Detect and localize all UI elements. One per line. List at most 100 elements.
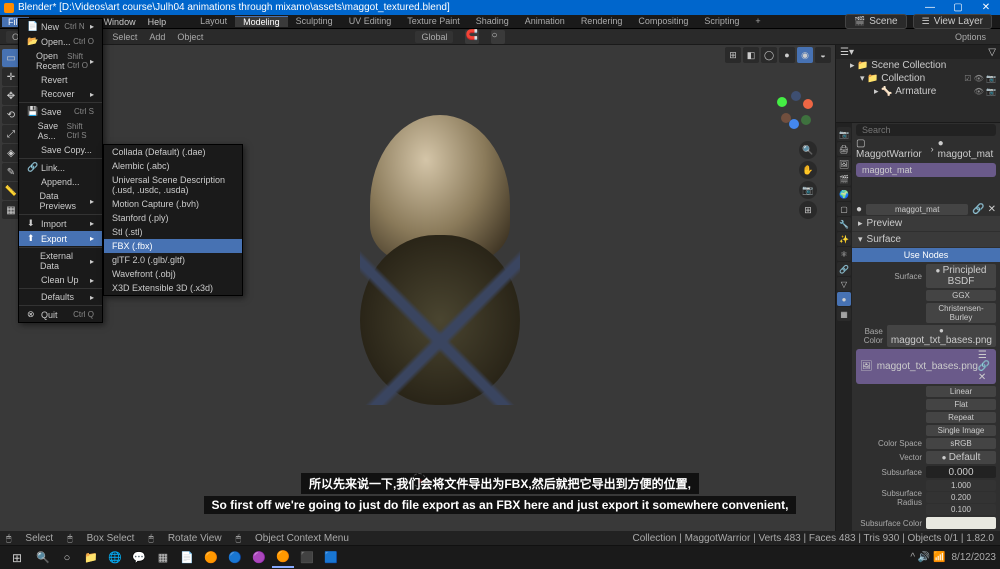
color-swatch[interactable] [926,517,996,529]
tab-sculpting[interactable]: Sculpting [288,16,341,27]
export-x3d[interactable]: X3D Extensible 3D (.x3d) [104,281,242,295]
ext-field[interactable]: Repeat [926,412,996,423]
ptab-output[interactable]: 🖨 [837,142,851,156]
file-menu-external-data[interactable]: External Data▸ [19,249,102,273]
surface-header[interactable]: ▾ Surface [852,232,1000,247]
task-app-icon[interactable]: ▦ [152,548,174,568]
persp-icon[interactable]: ⊞ [799,201,817,219]
vector-field[interactable]: ● Default [926,451,996,464]
file-menu-new[interactable]: 📄NewCtrl N▸ [19,19,102,34]
breadcrumb-obj[interactable]: ▢ MaggotWarrior [856,138,927,160]
outliner-mode-icon[interactable]: ☰▾ [840,47,854,58]
tray-icons[interactable]: ^ 🔊 📶 [910,552,945,563]
tab-layout[interactable]: Layout [192,16,235,27]
prop-search[interactable] [856,124,996,136]
export-alembic[interactable]: Alembic (.abc) [104,159,242,173]
task-app-icon[interactable]: ⬛ [296,548,318,568]
task-app-icon[interactable]: 🔵 [224,548,246,568]
scene-selector[interactable]: 🎬 Scene [845,14,907,29]
xray-icon[interactable]: ◧ [743,47,759,63]
minimize-button[interactable]: — [920,2,940,13]
zoom-icon[interactable]: 🔍 [799,141,817,159]
file-menu-data-previews[interactable]: Data Previews▸ [19,189,102,213]
radius-field[interactable]: 1.000 [926,480,996,491]
maximize-button[interactable]: ▢ [948,2,968,13]
wireframe-icon[interactable]: ◯ [761,47,777,63]
tab-add[interactable]: + [747,16,768,27]
tab-uv[interactable]: UV Editing [341,16,400,27]
preview-header[interactable]: ▸ Preview [852,216,1000,231]
radius-field[interactable]: 0.100 [926,504,996,515]
task-cortana-icon[interactable]: ○ [56,548,78,568]
ptab-constraint[interactable]: 🔗 [837,262,851,276]
ptab-world[interactable]: 🌍 [837,187,851,201]
task-search-icon[interactable]: 🔍 [32,548,54,568]
export-fbx[interactable]: FBX (.fbx) [104,239,242,253]
clock[interactable]: 8/12/2023 [952,552,997,563]
file-menu-quit[interactable]: ⊗QuitCtrl Q [19,307,102,322]
use-nodes-button[interactable]: Use Nodes [852,248,1000,262]
interp-field[interactable]: Linear [926,386,996,397]
basecolor-field[interactable]: ● maggot_txt_bases.png [887,325,996,347]
hdr-options[interactable]: Options [955,32,986,42]
task-whatsapp-icon[interactable]: 💬 [128,548,150,568]
ptab-object[interactable]: ▢ [837,202,851,216]
task-app-icon[interactable]: 🟦 [320,548,342,568]
task-explorer-icon[interactable]: 📁 [80,548,102,568]
export-gltf[interactable]: glTF 2.0 (.glb/.gltf) [104,253,242,267]
camera-icon[interactable]: 📷 [799,181,817,199]
file-menu-open-[interactable]: 📂Open...Ctrl O [19,34,102,49]
tab-rendering[interactable]: Rendering [573,16,631,27]
tab-scripting[interactable]: Scripting [696,16,747,27]
ptab-scene[interactable]: 🎬 [837,172,851,186]
material-properties[interactable]: ▢ MaggotWarrior › ● maggot_mat maggot_ma… [852,123,1000,531]
hdr-object[interactable]: Object [177,32,203,42]
task-app-icon[interactable]: 🟣 [248,548,270,568]
tab-texture[interactable]: Texture Paint [399,16,468,27]
surface-dropdown[interactable]: ● Principled BSDF [926,264,996,288]
menu-window[interactable]: Window [98,17,142,27]
distribution-dropdown[interactable]: GGX [926,290,996,301]
tab-compositing[interactable]: Compositing [630,16,696,27]
file-menu-save-copy-[interactable]: Save Copy... [19,143,102,157]
proj-field[interactable]: Flat [926,399,996,410]
file-menu-export[interactable]: ⬆Export▸ [19,231,102,246]
radius-field[interactable]: 0.200 [926,492,996,503]
file-menu-link-[interactable]: 🔗Link... [19,160,102,175]
sss-method-dropdown[interactable]: Christensen-Burley [926,303,996,323]
tab-animation[interactable]: Animation [517,16,573,27]
armature-row[interactable]: ▸ 🦴 Armature👁 📷 [836,85,1000,98]
breadcrumb-mat[interactable]: ● maggot_mat [938,138,996,160]
solid-icon[interactable]: ● [779,47,795,63]
filter-icon[interactable]: ▽ [988,47,996,58]
ptab-data[interactable]: ▽ [837,277,851,291]
source-field[interactable]: Single Image [926,425,996,436]
image-name[interactable]: maggot_txt_bases.png [877,361,978,372]
rendered-icon[interactable]: ◒ [815,47,831,63]
tab-modeling[interactable]: Modeling [235,16,288,27]
task-blender-icon[interactable]: 🟠 [272,548,294,568]
file-menu-revert[interactable]: Revert [19,73,102,87]
orientation[interactable]: Global [415,31,453,43]
file-menu-save-as-[interactable]: Save As...Shift Ctrl S [19,119,102,143]
material-slot[interactable]: maggot_mat [856,163,996,177]
file-menu-recover[interactable]: Recover▸ [19,87,102,101]
ptab-particle[interactable]: ✨ [837,232,851,246]
snap-icon[interactable]: 🧲 [465,30,479,44]
outliner[interactable]: ☰▾ ▽ ▸ 📁 Scene Collection ▾ 📁 Collection… [836,45,1000,123]
tab-shading[interactable]: Shading [468,16,517,27]
task-app-icon[interactable]: 🟠 [200,548,222,568]
start-button[interactable]: ⊞ [4,548,30,568]
ptab-view[interactable]: 🖼 [837,157,851,171]
export-stanford[interactable]: Stanford (.ply) [104,211,242,225]
slider-subsurface[interactable]: 0.000 [926,466,996,478]
ptab-render[interactable]: 📷 [837,127,851,141]
ptab-texture[interactable]: ▦ [837,307,851,321]
orbit-gizmo[interactable] [773,89,817,133]
scene-collection-row[interactable]: ▸ 📁 Scene Collection [836,59,1000,72]
hdr-add[interactable]: Add [149,32,165,42]
export-stl[interactable]: Stl (.stl) [104,225,242,239]
material-name-field[interactable]: maggot_mat [866,204,968,215]
matprev-icon[interactable]: ◉ [797,47,813,63]
file-menu-import[interactable]: ⬇Import▸ [19,216,102,231]
